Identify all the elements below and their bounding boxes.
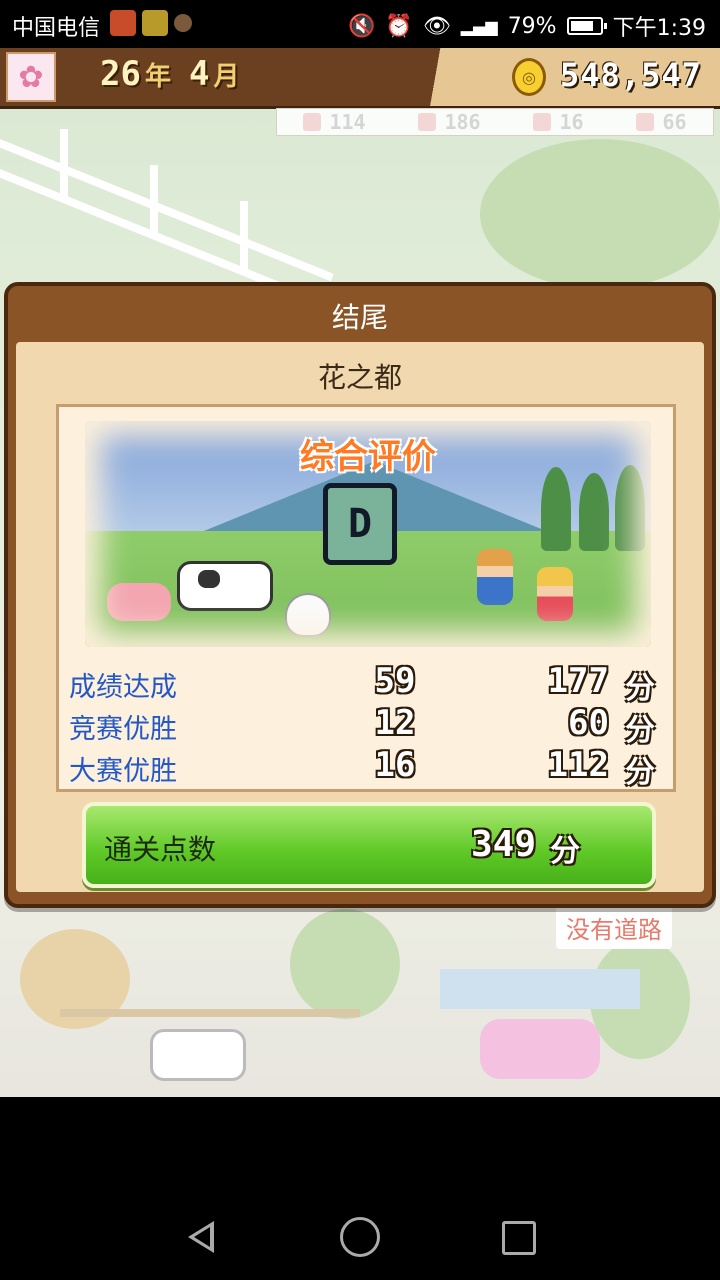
row-label: 竞赛优胜 bbox=[69, 714, 177, 745]
app-notification-icon bbox=[174, 14, 192, 32]
back-icon[interactable] bbox=[182, 1217, 222, 1257]
score-row: 竞赛优胜 12 60 分 bbox=[69, 703, 665, 748]
game-date: 26 年 4 月 bbox=[100, 54, 257, 94]
app-notification-icon bbox=[142, 10, 168, 36]
stat-shirt: 66 bbox=[636, 110, 687, 134]
status-icons: 🔇 ⏰ 👁 ▂▄▆ 79% 下午1:39 bbox=[348, 10, 706, 42]
shirt-stat-icon bbox=[636, 113, 655, 131]
score-card: 综合评价 D 成绩达成 59 177 分 竞赛优胜 12 60 分 大赛优胜 1… bbox=[56, 404, 676, 792]
total-value: 349 bbox=[470, 824, 536, 865]
app-notification-icon bbox=[110, 10, 136, 36]
eye-icon: 👁 bbox=[422, 13, 451, 39]
total-unit: 分 bbox=[550, 834, 580, 869]
grade-badge: D bbox=[323, 483, 397, 565]
navigation-bar bbox=[0, 1097, 720, 1280]
overall-evaluation-title: 综合评价 bbox=[300, 437, 436, 477]
year-unit: 年 bbox=[144, 62, 171, 92]
signal-icon: ▂▄▆ bbox=[460, 16, 498, 36]
month-unit: 月 bbox=[213, 62, 240, 92]
score-row: 成绩达成 59 177 分 bbox=[69, 661, 665, 706]
score-rows: 成绩达成 59 177 分 竞赛优胜 12 60 分 大赛优胜 16 112 分 bbox=[69, 661, 665, 790]
row-unit: 分 bbox=[625, 671, 655, 706]
evaluation-scene: 综合评价 D bbox=[85, 421, 651, 647]
tool-stat-icon bbox=[418, 113, 437, 131]
no-road-notice: 没有道路 bbox=[556, 906, 672, 949]
stat-flower: 114 bbox=[303, 110, 366, 134]
flower-stat-icon bbox=[303, 113, 322, 131]
score-row: 大赛优胜 16 112 分 bbox=[69, 745, 665, 790]
row-unit: 分 bbox=[625, 755, 655, 790]
stat-fruit: 16 bbox=[533, 110, 584, 134]
home-icon[interactable] bbox=[340, 1217, 380, 1257]
money-value: 548,547 bbox=[560, 56, 702, 94]
row-label: 大赛优胜 bbox=[69, 756, 177, 787]
resource-stats-bar: 114 186 16 66 bbox=[276, 108, 714, 136]
row-points: 60 bbox=[568, 703, 609, 743]
alarm-icon: ⏰ bbox=[385, 13, 413, 39]
stat-tool: 186 bbox=[418, 110, 481, 134]
row-points: 177 bbox=[547, 661, 609, 701]
battery-icon bbox=[566, 17, 607, 35]
total-label: 通关点数 bbox=[104, 833, 217, 866]
row-count: 59 bbox=[374, 661, 416, 701]
row-count: 16 bbox=[374, 745, 416, 785]
coin-icon: ◎ bbox=[512, 58, 546, 96]
row-points: 112 bbox=[547, 745, 609, 785]
clear-points-button[interactable]: 通关点数 349 分 bbox=[82, 802, 656, 888]
year-value: 26 bbox=[100, 54, 141, 94]
battery-percent: 79% bbox=[507, 13, 557, 39]
row-unit: 分 bbox=[625, 713, 655, 748]
month-value: 4 bbox=[188, 54, 210, 94]
game-header: ✿ 26 年 4 月 ◎ 548,547 bbox=[0, 48, 720, 109]
carrier-label: 中国电信 bbox=[12, 16, 101, 41]
panel-title: 结尾 bbox=[331, 301, 388, 334]
panel-body: 花之都 综合评价 D 成绩达成 59 177 分 竞赛优胜 12 60 分 大赛… bbox=[16, 342, 704, 892]
fruit-stat-icon bbox=[533, 113, 552, 131]
town-name: 花之都 bbox=[317, 361, 402, 394]
ending-result-panel: 结尾 花之都 综合评价 D 成绩达成 59 177 分 竞赛优胜 12 60 分… bbox=[4, 282, 716, 908]
clock: 下午1:39 bbox=[612, 16, 706, 41]
flower-avatar-icon[interactable]: ✿ bbox=[6, 52, 56, 102]
recent-apps-icon[interactable] bbox=[502, 1221, 536, 1255]
row-count: 12 bbox=[374, 703, 416, 743]
status-bar: 中国电信 🔇 ⏰ 👁 ▂▄▆ 79% 下午1:39 bbox=[0, 0, 720, 48]
row-label: 成绩达成 bbox=[69, 672, 177, 703]
mute-icon: 🔇 bbox=[348, 13, 376, 39]
